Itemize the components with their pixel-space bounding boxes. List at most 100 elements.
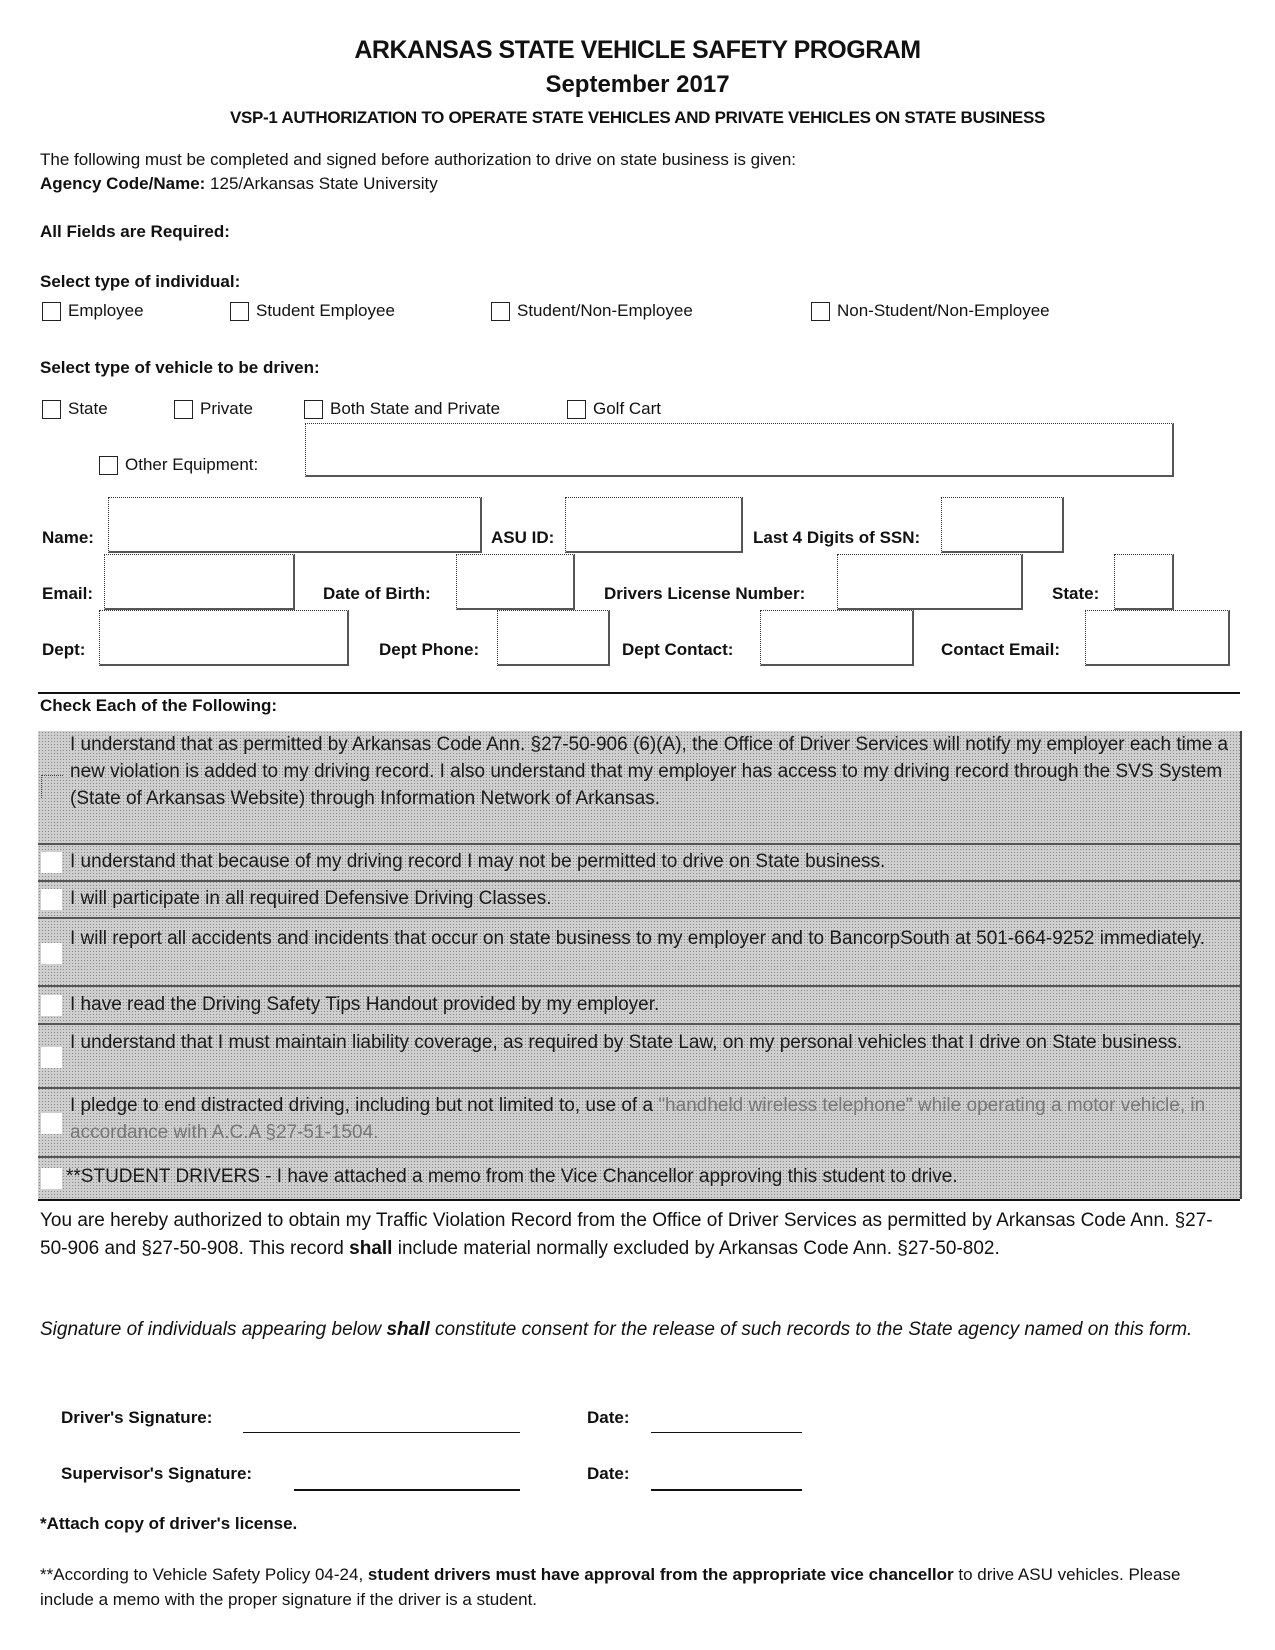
dept-contact-field[interactable] [760, 610, 914, 666]
option-golf-cart[interactable]: Golf Cart [567, 399, 661, 419]
driver-date-label: Date: [587, 1408, 630, 1427]
checklist-item[interactable]: I have read the Driving Safety Tips Hand… [38, 987, 1240, 1025]
checklist-item-text: I understand that because of my driving … [70, 851, 886, 872]
driver-signature-line[interactable] [243, 1432, 520, 1433]
contact-email-field[interactable] [1085, 610, 1230, 666]
contact-email-label: Contact Email: [941, 640, 1061, 659]
driver-date-line[interactable] [651, 1432, 802, 1433]
option-other-equipment[interactable]: Other Equipment: [99, 455, 258, 475]
student-employee-checkbox[interactable] [230, 301, 249, 321]
dob-field[interactable] [456, 554, 575, 610]
student-non-employee-checkbox[interactable] [491, 301, 510, 321]
option-private[interactable]: Private [174, 399, 253, 419]
option-student-non-employee[interactable]: Student/Non-Employee [491, 301, 693, 321]
email-field[interactable] [104, 554, 295, 610]
email-label: Email: [42, 584, 94, 603]
ssn-field[interactable] [941, 497, 1064, 553]
non-student-non-employee-checkbox[interactable] [811, 301, 830, 321]
ssn-input[interactable] [942, 498, 1062, 551]
driver-signature-label: Driver's Signature: [61, 1408, 213, 1427]
dept-field[interactable] [99, 610, 349, 666]
option-employee[interactable]: Employee [42, 301, 144, 321]
checkbox[interactable] [41, 852, 62, 873]
checkbox[interactable] [41, 775, 63, 798]
attach-license-note: *Attach copy of driver's license. [40, 1514, 298, 1533]
dept-phone-field[interactable] [497, 610, 610, 666]
contact-email-input[interactable] [1086, 611, 1228, 664]
dept-contact-input[interactable] [761, 611, 912, 664]
option-state[interactable]: State [42, 399, 108, 419]
vehicle-type-heading: Select type of vehicle to be driven: [40, 358, 320, 377]
checklist-heading: Check Each of the Following: [40, 696, 278, 715]
state-checkbox[interactable] [42, 399, 61, 419]
checkbox[interactable] [41, 889, 62, 910]
checklist-item[interactable]: I pledge to end distracted driving, incl… [38, 1089, 1240, 1158]
dob-input[interactable] [457, 555, 573, 608]
supervisor-date-line[interactable] [651, 1489, 802, 1491]
required-note: All Fields are Required: [40, 222, 230, 241]
dept-contact-label: Dept Contact: [622, 640, 734, 659]
option-label: Both State and Private [330, 399, 501, 418]
option-label: Student Employee [256, 301, 395, 320]
supervisor-date-label: Date: [587, 1464, 630, 1483]
ssn-label: Last 4 Digits of SSN: [753, 528, 921, 547]
dept-input[interactable] [100, 611, 347, 664]
name-field[interactable] [108, 497, 482, 553]
supervisor-signature-label: Supervisor's Signature: [61, 1464, 253, 1483]
email-input[interactable] [105, 555, 293, 608]
option-label: State [68, 399, 108, 418]
checklist-item[interactable]: I will report all accidents and incident… [38, 919, 1240, 987]
document-title: ARKANSAS STATE VEHICLE SAFETY PROGRAM [354, 36, 921, 64]
checklist-item-text: **STUDENT DRIVERS - I have attached a me… [66, 1166, 958, 1187]
authorization-text: include material normally excluded by Ar… [392, 1238, 1000, 1259]
dl-number-input[interactable] [838, 555, 1021, 608]
employee-checkbox[interactable] [42, 301, 61, 321]
individual-type-heading: Select type of individual: [40, 272, 241, 291]
dept-phone-input[interactable] [498, 611, 608, 664]
consent-paragraph: Signature of individuals appearing below… [40, 1316, 1240, 1344]
checklist-item-text: I understand that as permitted by Arkans… [70, 734, 1229, 809]
intro-text: The following must be completed and sign… [40, 150, 797, 169]
checklist-item[interactable]: I will participate in all required Defen… [38, 882, 1240, 919]
checkbox[interactable] [41, 1168, 62, 1189]
checklist-item-text: I will report all accidents and incident… [70, 928, 1205, 949]
name-input[interactable] [109, 498, 480, 551]
name-label: Name: [42, 528, 94, 547]
checklist-item[interactable]: I understand that because of my driving … [38, 845, 1240, 882]
student-policy-note: **According to Vehicle Safety Policy 04-… [40, 1562, 1220, 1612]
supervisor-signature-line[interactable] [294, 1489, 520, 1491]
option-label: Employee [68, 301, 144, 320]
other-equipment-checkbox[interactable] [99, 455, 118, 475]
other-equipment-field[interactable] [305, 423, 1174, 477]
asu-id-input[interactable] [566, 498, 741, 551]
state-input[interactable] [1115, 555, 1172, 608]
section-divider [38, 692, 1240, 694]
state-field[interactable] [1114, 554, 1174, 610]
option-both[interactable]: Both State and Private [304, 399, 500, 419]
option-student-employee[interactable]: Student Employee [230, 301, 395, 321]
checkbox[interactable] [41, 1047, 62, 1068]
other-equipment-input[interactable] [306, 424, 1172, 475]
checkbox[interactable] [41, 943, 62, 964]
dl-number-field[interactable] [837, 554, 1023, 610]
golf-cart-checkbox[interactable] [567, 399, 586, 419]
option-label: Other Equipment: [125, 455, 259, 474]
section-divider [38, 1199, 1240, 1201]
agency-label: Agency Code/Name: [40, 174, 206, 193]
checkbox[interactable] [41, 995, 62, 1016]
consent-text: Signature of individuals appearing below [40, 1319, 387, 1340]
option-label: Golf Cart [593, 399, 662, 418]
checklist-item[interactable]: **STUDENT DRIVERS - I have attached a me… [38, 1158, 1240, 1199]
asu-id-field[interactable] [565, 497, 743, 553]
checklist-item-text: I have read the Driving Safety Tips Hand… [70, 994, 660, 1015]
private-checkbox[interactable] [174, 399, 193, 419]
checklist: I understand that as permitted by Arkans… [38, 731, 1242, 1199]
option-non-student-non-employee[interactable]: Non-Student/Non-Employee [811, 301, 1050, 321]
document-date: September 2017 [545, 71, 730, 98]
checkbox[interactable] [41, 1113, 62, 1134]
option-label: Non-Student/Non-Employee [837, 301, 1050, 320]
both-checkbox[interactable] [304, 399, 323, 419]
checklist-item[interactable]: I understand that as permitted by Arkans… [38, 731, 1240, 845]
dl-number-label: Drivers License Number: [604, 584, 806, 603]
checklist-item[interactable]: I understand that I must maintain liabil… [38, 1025, 1240, 1089]
